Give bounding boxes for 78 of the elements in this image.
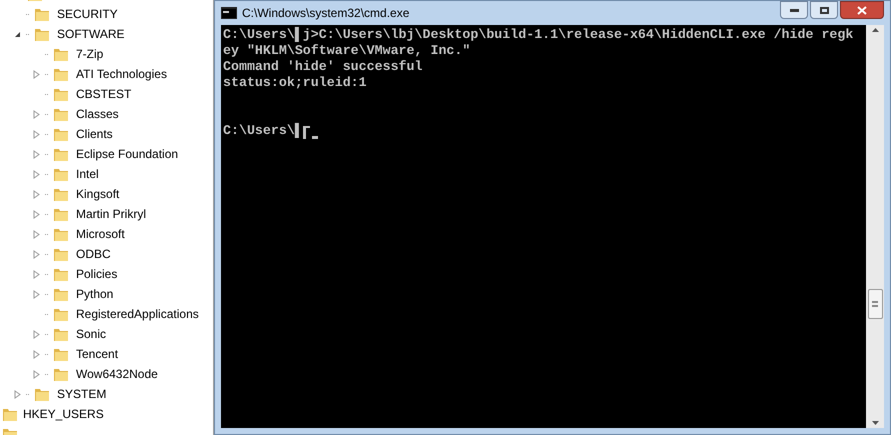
folder-icon xyxy=(34,6,50,22)
tree-row[interactable]: 7-Zip xyxy=(0,44,213,64)
folder-icon xyxy=(53,66,69,82)
expand-arrow-icon[interactable] xyxy=(33,270,40,278)
tree-item[interactable]: ODBC xyxy=(76,245,111,263)
folder-icon xyxy=(53,186,69,202)
close-icon xyxy=(857,6,867,14)
expand-arrow-icon[interactable] xyxy=(33,150,40,158)
scrollbar[interactable] xyxy=(866,25,884,428)
collapse-arrow-icon[interactable] xyxy=(14,30,21,38)
expand-arrow-icon[interactable] xyxy=(14,390,21,398)
cursor-icon xyxy=(302,125,319,139)
folder-icon xyxy=(53,146,69,162)
folder-icon xyxy=(34,386,50,402)
window-title: C:\Windows\system32\cmd.exe xyxy=(242,5,410,22)
expand-arrow-icon[interactable] xyxy=(33,250,40,258)
expand-arrow-icon[interactable] xyxy=(33,190,40,198)
tree-row[interactable]: CBSTEST xyxy=(0,84,213,104)
console-line: status:ok;ruleid:1 xyxy=(223,75,368,91)
folder-icon xyxy=(2,406,18,422)
scroll-up-icon[interactable] xyxy=(872,28,878,32)
expand-arrow-icon[interactable] xyxy=(33,230,40,238)
folder-icon xyxy=(53,166,69,182)
folder-icon xyxy=(53,306,69,322)
tree-item[interactable]: Classes xyxy=(76,105,119,123)
expand-arrow-icon[interactable] xyxy=(33,110,40,118)
tree-item[interactable]: Sonic xyxy=(76,325,106,343)
tree-item[interactable]: Eclipse Foundation xyxy=(76,145,178,163)
tree-item[interactable]: Kingsoft xyxy=(76,185,120,203)
console-line: C:\Users\▌j>C:\Users\lbj\Desktop\build-1.1\release-x64\HiddenCLI.exe /hide regk xyxy=(223,27,854,43)
folder-icon xyxy=(53,366,69,382)
close-button[interactable] xyxy=(840,1,884,19)
tree-item[interactable]: Intel xyxy=(76,165,99,183)
tree-item[interactable]: SYSTEM xyxy=(57,385,106,403)
tree-item[interactable]: SOFTWARE xyxy=(57,25,125,43)
tree-item[interactable]: Microsoft xyxy=(76,225,125,243)
tree-row[interactable]: RegisteredApplications xyxy=(0,304,213,324)
console-prompt: C:\Users\▌ xyxy=(223,123,303,139)
folder-icon xyxy=(53,286,69,302)
tree-item[interactable]: 7-Zip xyxy=(76,45,104,63)
tree-item[interactable]: ATI Technologies xyxy=(76,65,167,83)
expand-arrow-icon[interactable] xyxy=(33,130,40,138)
folder-icon xyxy=(53,106,69,122)
tree-item[interactable]: Wow6432Node xyxy=(76,365,158,383)
minimize-button[interactable] xyxy=(780,1,808,19)
expand-arrow-icon[interactable] xyxy=(33,170,40,178)
expand-arrow-icon[interactable] xyxy=(33,290,40,298)
expand-arrow-icon[interactable] xyxy=(33,210,40,218)
maximize-button[interactable] xyxy=(810,1,838,19)
tree-item[interactable]: RegisteredApplications xyxy=(76,305,199,323)
tree-item[interactable]: Clients xyxy=(76,125,113,143)
folder-icon xyxy=(53,226,69,242)
folder-icon xyxy=(53,86,69,102)
folder-icon xyxy=(53,326,69,342)
folder-icon xyxy=(53,206,69,222)
tree-row[interactable]: SECURITY xyxy=(0,4,213,24)
folder-icon xyxy=(53,46,69,62)
tree-item[interactable]: CBSTEST xyxy=(76,85,132,103)
folder-icon xyxy=(34,26,50,42)
folder-icon xyxy=(53,266,69,282)
expand-arrow-icon[interactable] xyxy=(33,350,40,358)
expand-arrow-icon[interactable] xyxy=(33,370,40,378)
folder-icon xyxy=(53,346,69,362)
folder-icon xyxy=(53,126,69,142)
folder-icon xyxy=(53,246,69,262)
expand-arrow-icon[interactable] xyxy=(33,70,40,78)
scroll-down-icon[interactable] xyxy=(872,421,878,425)
tree-item[interactable]: Policies xyxy=(76,265,118,283)
tree-item[interactable]: HKEY_USERS xyxy=(23,405,104,423)
console-line: ey "HKLM\Software\VMware, Inc." xyxy=(223,43,472,59)
scroll-thumb[interactable] xyxy=(868,289,882,319)
tree-item[interactable]: SECURITY xyxy=(57,5,118,23)
expand-arrow-icon[interactable] xyxy=(33,330,40,338)
tree-item[interactable]: Python xyxy=(76,285,114,303)
tree-item[interactable]: Martin Prikryl xyxy=(76,205,146,223)
console-icon xyxy=(221,7,237,19)
tree-item[interactable]: Tencent xyxy=(76,345,118,363)
console-line: Command 'hide' successful xyxy=(223,59,424,75)
